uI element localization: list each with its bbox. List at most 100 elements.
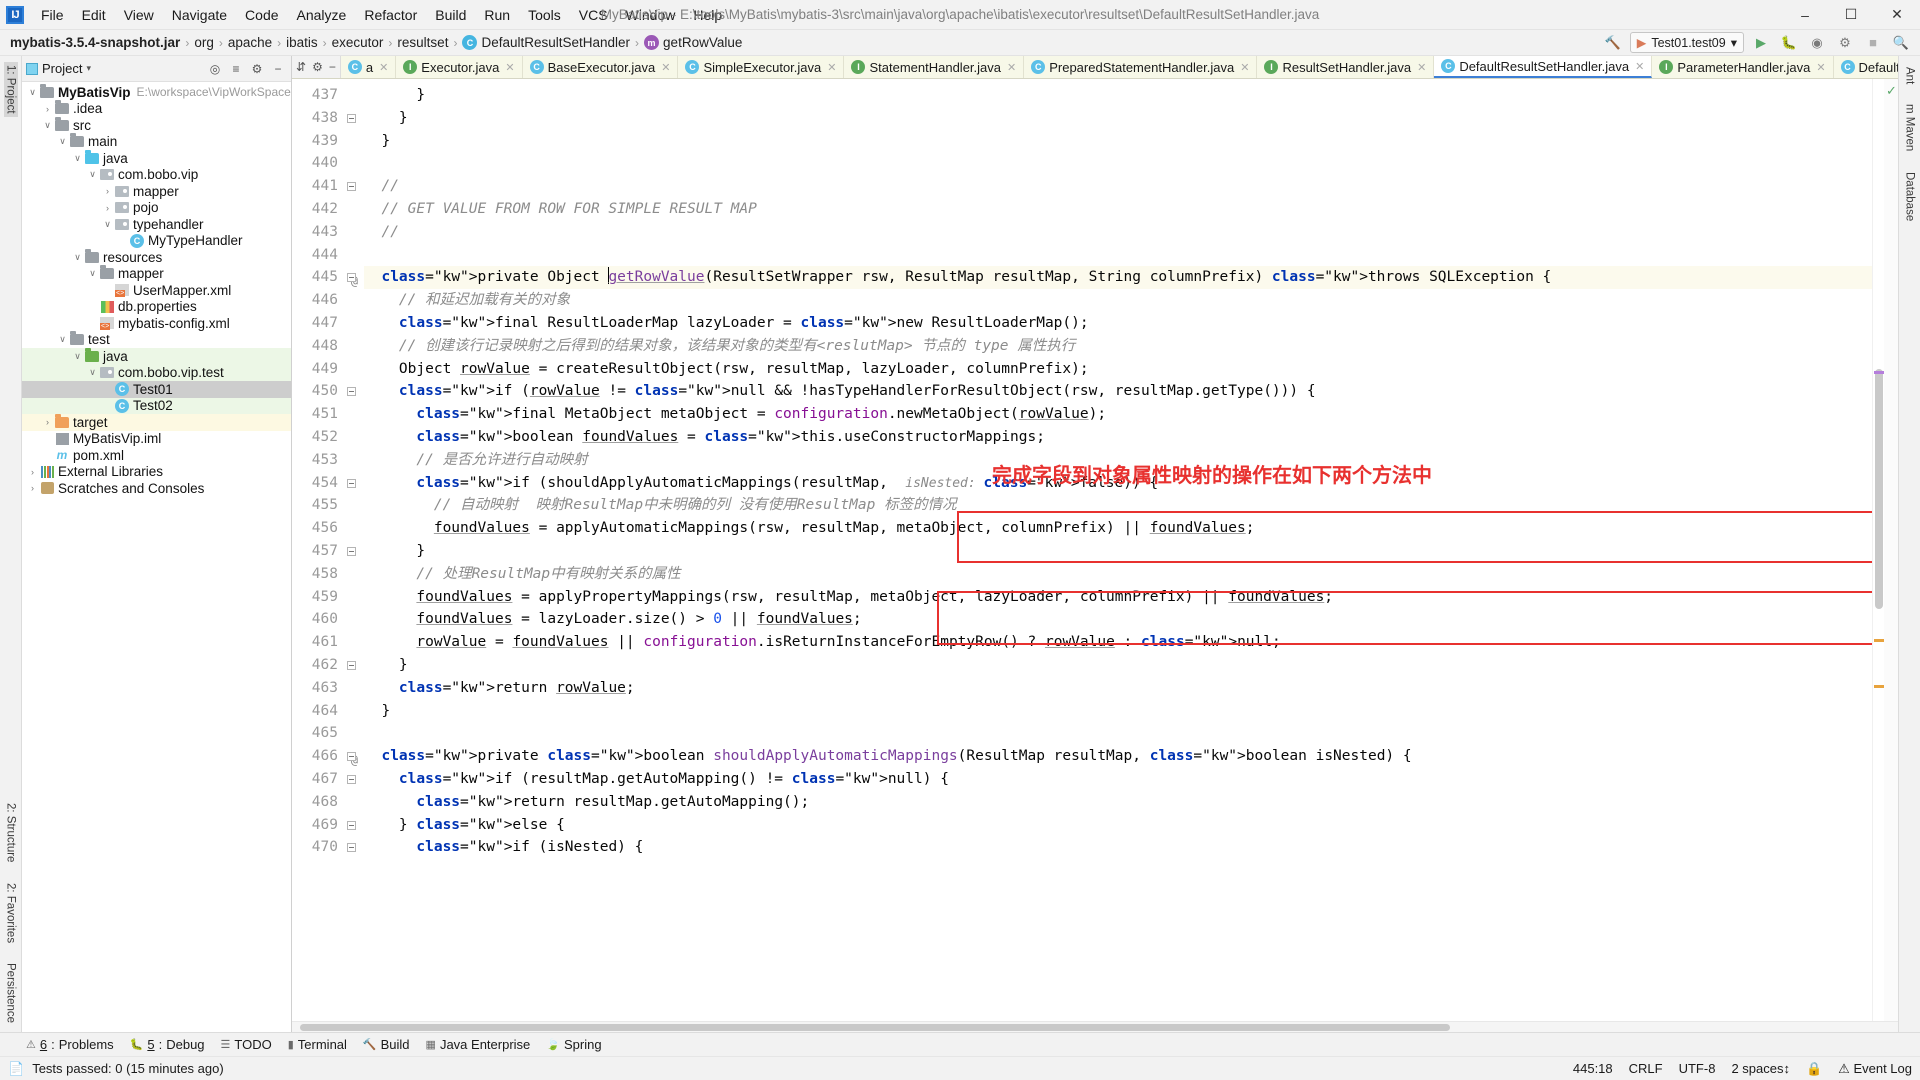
breadcrumb-method[interactable]: m getRowValue bbox=[644, 35, 742, 50]
chevron-down-icon[interactable]: ∨ bbox=[56, 136, 69, 147]
fold-toggle-icon[interactable] bbox=[347, 843, 356, 852]
hide-icon[interactable]: − bbox=[269, 60, 287, 78]
editor-tab-statementhandler-java[interactable]: IStatementHandler.java✕ bbox=[844, 56, 1024, 78]
menu-run[interactable]: Run bbox=[475, 4, 519, 26]
code-content[interactable]: } } } // // GET VALUE FROM ROW FOR SIMPL… bbox=[364, 79, 1872, 1021]
editor-tab-simpleexecutor-java[interactable]: CSimpleExecutor.java✕ bbox=[678, 56, 844, 78]
breadcrumb-executor[interactable]: executor bbox=[332, 35, 384, 50]
fold-toggle-icon[interactable] bbox=[347, 479, 356, 488]
editor-tab-resultsethandler-java[interactable]: IResultSetHandler.java✕ bbox=[1257, 56, 1434, 78]
code-line[interactable]: rowValue = foundValues || configuration.… bbox=[364, 631, 1872, 654]
menu-vcs[interactable]: VCS bbox=[570, 4, 617, 26]
tool-button-ant[interactable]: Ant bbox=[1903, 64, 1917, 87]
close-icon[interactable]: ✕ bbox=[505, 61, 514, 74]
chevron-right-icon[interactable]: › bbox=[26, 483, 39, 493]
tool-window-button-spring[interactable]: 🍃Spring bbox=[546, 1037, 601, 1052]
tool-button-persistence[interactable]: Persistence bbox=[4, 960, 18, 1026]
line-number-gutter[interactable]: 437438439440441442443444@445446447448449… bbox=[292, 79, 364, 1021]
run-configuration-selector[interactable]: ▶ Test01.test09 ▾ bbox=[1630, 32, 1744, 53]
stop-icon[interactable]: ■ bbox=[1862, 32, 1884, 53]
tree-node-com-bobo-vip[interactable]: ∨com.bobo.vip bbox=[22, 167, 291, 184]
code-line[interactable]: // 处理ResultMap中有映射关系的属性 bbox=[364, 563, 1872, 586]
tree-node-db-properties[interactable]: db.properties bbox=[22, 299, 291, 316]
close-icon[interactable]: ✕ bbox=[1816, 61, 1825, 74]
menu-navigate[interactable]: Navigate bbox=[163, 4, 236, 26]
menu-edit[interactable]: Edit bbox=[73, 4, 115, 26]
chevron-down-icon[interactable]: ∨ bbox=[26, 87, 39, 98]
menu-window[interactable]: Window bbox=[617, 4, 685, 26]
chevron-down-icon[interactable]: ▾ bbox=[86, 63, 91, 74]
tree-node-src[interactable]: ∨src bbox=[22, 117, 291, 134]
tool-window-button-problems[interactable]: ⚠6:Problems bbox=[26, 1037, 114, 1052]
breadcrumb-jar[interactable]: mybatis-3.5.4-snapshot.jar bbox=[6, 35, 180, 50]
tool-window-button-build[interactable]: 🔨Build bbox=[363, 1037, 410, 1052]
fold-toggle-icon[interactable] bbox=[347, 547, 356, 556]
tree-node-mybatis-config-xml[interactable]: mybatis-config.xml bbox=[22, 315, 291, 332]
code-line[interactable]: class="kw">if (rowValue != class="kw">nu… bbox=[364, 380, 1872, 403]
chevron-down-icon[interactable]: ∨ bbox=[86, 367, 99, 378]
tree-node-mapper[interactable]: ›mapper bbox=[22, 183, 291, 200]
fold-toggle-icon[interactable] bbox=[347, 182, 356, 191]
editor-tab-executor-java[interactable]: IExecutor.java✕ bbox=[396, 56, 522, 78]
code-line[interactable]: // 自动映射 映射ResultMap中未明确的列 没有使用ResultMap … bbox=[364, 494, 1872, 517]
minimize-button[interactable]: – bbox=[1782, 0, 1828, 30]
chevron-down-icon[interactable]: ∨ bbox=[101, 219, 114, 230]
lock-icon[interactable]: 🔒 bbox=[1806, 1061, 1822, 1077]
tree-node-java[interactable]: ∨java bbox=[22, 150, 291, 167]
tree-node-mybatisvip-iml[interactable]: MyBatisVip.iml bbox=[22, 431, 291, 448]
tree-node--idea[interactable]: ›.idea bbox=[22, 101, 291, 118]
editor-tab-defaultpa[interactable]: CDefaultPa✕ bbox=[1834, 56, 1898, 78]
editor-vertical-scrollbar[interactable] bbox=[1872, 79, 1884, 1021]
code-line[interactable]: foundValues = applyAutomaticMappings(rsw… bbox=[364, 517, 1872, 540]
settings-icon[interactable]: ⚙ bbox=[248, 60, 266, 78]
code-line[interactable]: } bbox=[364, 84, 1872, 107]
fold-toggle-icon[interactable] bbox=[347, 821, 356, 830]
tool-window-button-todo[interactable]: ☰TODO bbox=[221, 1037, 272, 1052]
editor-tab-parameterhandler-java[interactable]: IParameterHandler.java✕ bbox=[1652, 56, 1833, 78]
tool-button-structure[interactable]: 2: Structure bbox=[4, 800, 18, 865]
code-line[interactable]: // GET VALUE FROM ROW FOR SIMPLE RESULT … bbox=[364, 198, 1872, 221]
chevron-right-icon[interactable]: › bbox=[26, 467, 39, 477]
debug-icon[interactable]: 🐛 bbox=[1778, 32, 1800, 53]
chevron-right-icon[interactable]: › bbox=[101, 203, 114, 213]
chevron-down-icon[interactable]: ∨ bbox=[71, 351, 84, 362]
close-icon[interactable]: ✕ bbox=[1240, 61, 1249, 74]
tree-node-target[interactable]: ›target bbox=[22, 414, 291, 431]
chevron-down-icon[interactable]: ∨ bbox=[71, 153, 84, 164]
tree-node-pom-xml[interactable]: mpom.xml bbox=[22, 447, 291, 464]
code-line[interactable]: class="kw">return resultMap.getAutoMappi… bbox=[364, 791, 1872, 814]
code-line[interactable]: Object rowValue = createResultObject(rsw… bbox=[364, 358, 1872, 381]
close-icon[interactable]: ✕ bbox=[827, 61, 836, 74]
tree-node-test01[interactable]: CTest01 bbox=[22, 381, 291, 398]
code-line[interactable]: foundValues = applyPropertyMappings(rsw,… bbox=[364, 586, 1872, 609]
close-icon[interactable]: ✕ bbox=[1417, 61, 1426, 74]
breadcrumb-class[interactable]: C DefaultResultSetHandler bbox=[462, 35, 630, 50]
tool-button-maven[interactable]: m Maven bbox=[1903, 101, 1917, 154]
code-line[interactable] bbox=[364, 244, 1872, 267]
chevron-right-icon[interactable]: › bbox=[101, 186, 114, 196]
code-line[interactable]: class="kw">return rowValue; bbox=[364, 677, 1872, 700]
menu-help[interactable]: Help bbox=[684, 4, 731, 26]
menu-analyze[interactable]: Analyze bbox=[288, 4, 356, 26]
collapse-icon[interactable]: ≡ bbox=[227, 60, 245, 78]
chevron-down-icon[interactable]: ∨ bbox=[86, 268, 99, 279]
code-line[interactable]: // bbox=[364, 175, 1872, 198]
profile-icon[interactable]: ⚙ bbox=[1834, 32, 1856, 53]
fold-toggle-icon[interactable] bbox=[347, 273, 356, 282]
breadcrumb-org[interactable]: org bbox=[194, 35, 214, 50]
editor-tab-defaultresultsethandler-java[interactable]: CDefaultResultSetHandler.java✕ bbox=[1434, 56, 1652, 78]
inspection-gutter[interactable]: ✓ bbox=[1884, 79, 1898, 1021]
maximize-button[interactable]: ☐ bbox=[1828, 0, 1874, 30]
close-icon[interactable]: ✕ bbox=[379, 61, 388, 74]
close-icon[interactable]: ✕ bbox=[661, 61, 670, 74]
tree-node-com-bobo-vip-test[interactable]: ∨com.bobo.vip.test bbox=[22, 365, 291, 382]
tree-node-resources[interactable]: ∨resources bbox=[22, 249, 291, 266]
editor-tab-baseexecutor-java[interactable]: CBaseExecutor.java✕ bbox=[523, 56, 679, 78]
editor-tab-a[interactable]: Ca✕ bbox=[341, 56, 396, 78]
target-icon[interactable]: ◎ bbox=[206, 60, 224, 78]
coverage-icon[interactable]: ◉ bbox=[1806, 32, 1828, 53]
code-line[interactable]: } bbox=[364, 107, 1872, 130]
tool-window-button-terminal[interactable]: ▮Terminal bbox=[288, 1037, 347, 1052]
code-line[interactable]: class="kw">boolean foundValues = class="… bbox=[364, 426, 1872, 449]
code-line[interactable]: } class="kw">else { bbox=[364, 814, 1872, 837]
